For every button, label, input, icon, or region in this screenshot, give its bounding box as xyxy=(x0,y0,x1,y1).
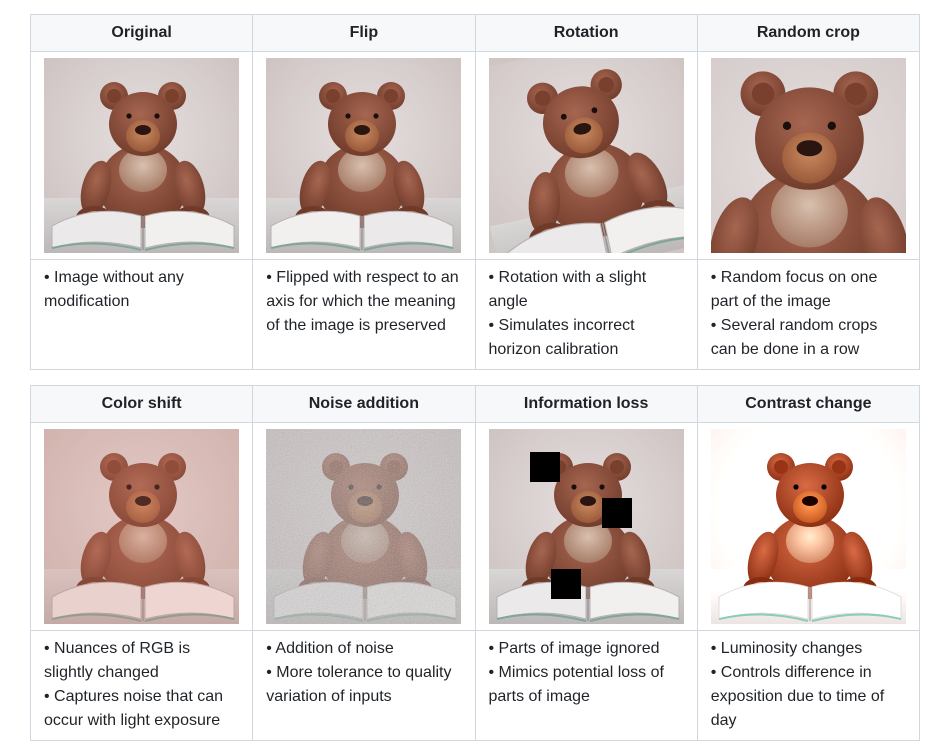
table-header-row: Color shift Noise addition Information l… xyxy=(29,385,921,423)
header-noise-addition: Noise addition xyxy=(252,385,476,423)
bullet-text: • Mimics potential loss of parts of imag… xyxy=(488,664,664,705)
image-row xyxy=(29,51,921,260)
description-random-crop: • Random focus on one part of the image … xyxy=(696,259,921,370)
bullet-text: • Addition of noise xyxy=(266,640,394,657)
image-cell-random-crop xyxy=(696,51,921,260)
augmentation-table-top: Original Flip Rotation Random crop • Ima… xyxy=(29,14,921,370)
teddy-bear-image-rotated xyxy=(488,58,684,253)
bullet-text: • Several random crops can be done in a … xyxy=(710,317,878,358)
header-original: Original xyxy=(29,14,254,52)
description-flip: • Flipped with respect to an axis for wh… xyxy=(252,259,476,370)
bullet-text: • Simulates incorrect horizon calibratio… xyxy=(488,317,635,358)
table-header-row: Original Flip Rotation Random crop xyxy=(29,14,921,52)
bullet-text: • Random focus on one part of the image xyxy=(710,269,878,310)
teddy-bear-image-cropped xyxy=(710,58,906,253)
header-random-crop: Random crop xyxy=(696,14,921,52)
description-row: • Image without any modification • Flipp… xyxy=(29,259,921,370)
bullet-text: • More tolerance to quality variation of… xyxy=(266,664,452,705)
bullet-text: • Flipped with respect to an axis for wh… xyxy=(266,269,459,334)
image-cell-original xyxy=(29,51,254,260)
occlusion-square xyxy=(550,569,581,599)
occlusion-square xyxy=(601,498,632,528)
description-row: • Nuances of RGB is slightly changed • C… xyxy=(29,630,921,741)
bullet-text: • Nuances of RGB is slightly changed xyxy=(44,640,191,681)
image-row xyxy=(29,422,921,631)
teddy-bear-image xyxy=(44,58,239,253)
teddy-bear-image-flipped xyxy=(266,58,462,253)
description-original: • Image without any modification xyxy=(29,259,254,370)
description-contrast-change: • Luminosity changes • Controls differen… xyxy=(696,630,921,741)
header-rotation: Rotation xyxy=(474,14,698,52)
teddy-bear-image-contrast xyxy=(710,429,906,624)
description-information-loss: • Parts of image ignored • Mimics potent… xyxy=(474,630,698,741)
header-contrast-change: Contrast change xyxy=(696,385,921,423)
image-cell-contrast-change xyxy=(696,422,921,631)
bullet-text: • Luminosity changes xyxy=(710,640,863,657)
image-cell-color-shift xyxy=(29,422,254,631)
description-noise-addition: • Addition of noise • More tolerance to … xyxy=(252,630,476,741)
augmentation-figure: Original Flip Rotation Random crop • Ima… xyxy=(0,0,944,752)
bullet-text: • Rotation with a slight angle xyxy=(488,269,647,310)
image-cell-noise-addition xyxy=(252,422,476,631)
teddy-bear-image-occluded xyxy=(488,429,684,624)
header-flip: Flip xyxy=(252,14,476,52)
image-cell-information-loss xyxy=(474,422,698,631)
teddy-bear-image-color-shift xyxy=(44,429,239,624)
header-color-shift: Color shift xyxy=(29,385,254,423)
image-cell-rotation xyxy=(474,51,698,260)
header-information-loss: Information loss xyxy=(474,385,698,423)
bullet-text: • Captures noise that can occur with lig… xyxy=(44,688,224,729)
bullet-text: • Controls difference in exposition due … xyxy=(710,664,885,729)
image-cell-flip xyxy=(252,51,476,260)
description-color-shift: • Nuances of RGB is slightly changed • C… xyxy=(29,630,254,741)
bullet-text: • Parts of image ignored xyxy=(488,640,660,657)
occlusion-square xyxy=(529,452,560,482)
bullet-text: • Image without any modification xyxy=(44,269,184,310)
augmentation-table-bottom: Color shift Noise addition Information l… xyxy=(29,385,921,741)
teddy-bear-image-noise xyxy=(266,429,462,624)
description-rotation: • Rotation with a slight angle • Simulat… xyxy=(474,259,698,370)
